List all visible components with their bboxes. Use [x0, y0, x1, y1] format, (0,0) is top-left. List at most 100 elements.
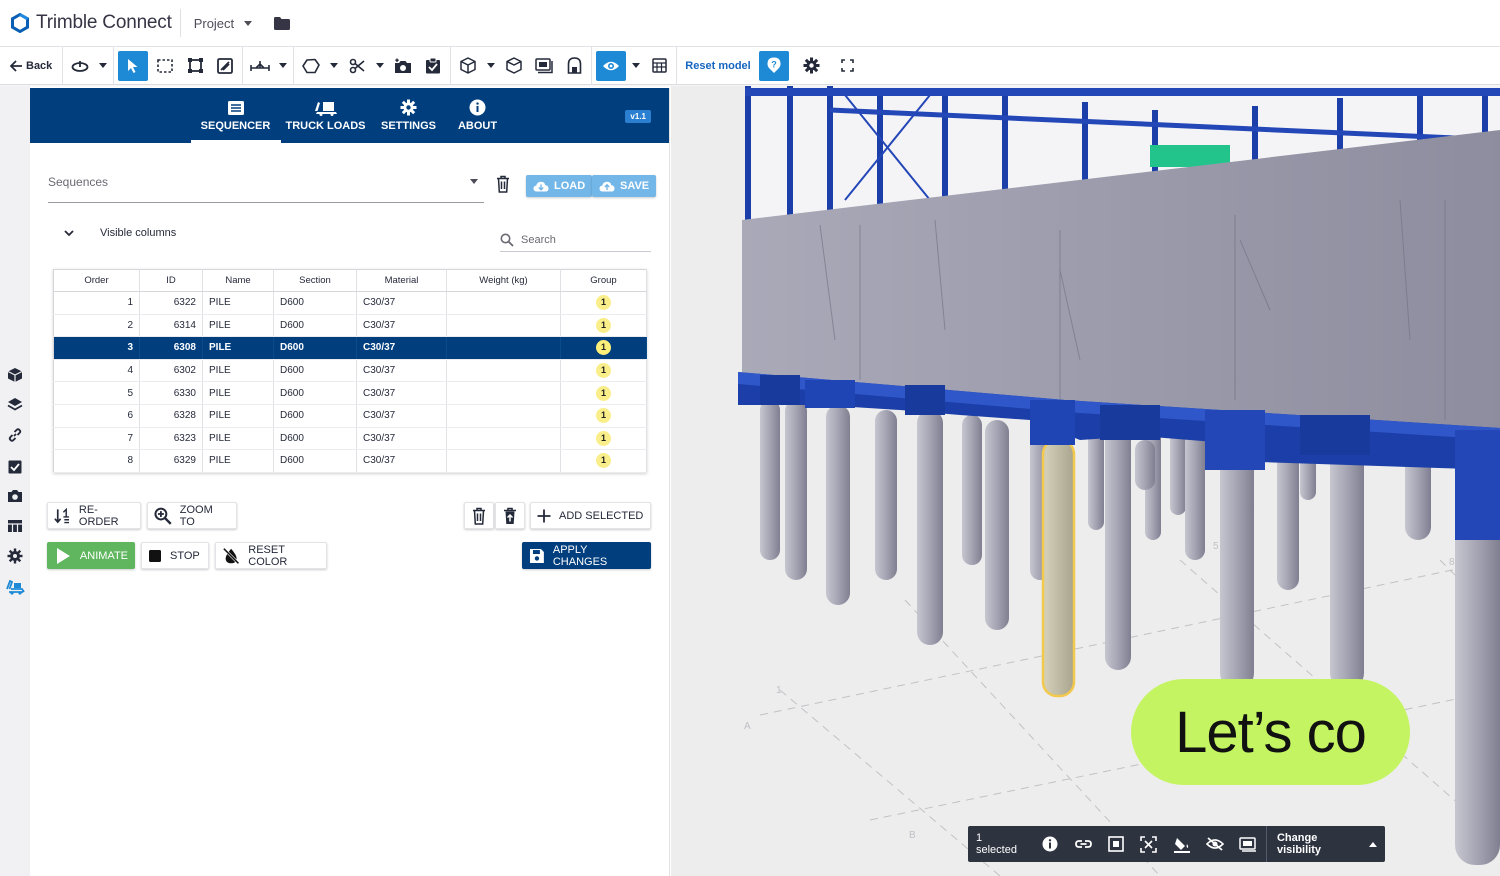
markup-button[interactable] [296, 47, 326, 85]
trimble-logo[interactable]: Trimble Connect [0, 0, 172, 46]
reset-color-button[interactable]: RESET COLOR [215, 542, 327, 569]
column-header-id[interactable]: ID [139, 269, 203, 292]
apply-changes-button[interactable]: APPLY CHANGES [522, 542, 651, 569]
cloud-upload-icon [599, 181, 615, 191]
selected-pile-highlight[interactable] [1041, 438, 1076, 698]
apply-changes-label: APPLY CHANGES [552, 543, 608, 568]
sequences-select[interactable]: Sequences [48, 169, 484, 203]
color-fill-button[interactable] [1165, 826, 1198, 862]
search-input[interactable]: Search [500, 228, 651, 252]
stop-button[interactable]: STOP [141, 542, 209, 569]
fullscreen-button[interactable] [833, 47, 863, 85]
table-row[interactable]: 2 6314 PILE D600 C30/37 1 [53, 314, 647, 338]
column-header-weight[interactable]: Weight (kg) [446, 269, 561, 292]
cube-icon [460, 57, 477, 74]
measure-button[interactable] [245, 47, 275, 85]
table-row[interactable]: 8 6329 PILE D600 C30/37 1 [53, 449, 647, 473]
visible-columns-toggle[interactable]: Visible columns [64, 227, 176, 239]
clipboard-check-icon[interactable] [7, 458, 23, 474]
visibility-menu-button[interactable] [628, 47, 644, 85]
version-badge: v1.1 [625, 110, 651, 123]
camera-icon[interactable] [7, 488, 23, 504]
orbit-menu-button[interactable] [95, 47, 111, 85]
help-button[interactable]: ? [758, 50, 789, 81]
layers-icon[interactable] [7, 397, 23, 413]
delete-sequence-icon[interactable] [496, 175, 510, 193]
measure-menu-button[interactable] [275, 47, 291, 85]
clip-menu-button[interactable] [372, 47, 388, 85]
todo-button[interactable] [418, 47, 448, 85]
snapshot-button[interactable] [388, 47, 418, 85]
select-tool-button[interactable] [118, 50, 149, 81]
save-button[interactable]: SAVE [592, 175, 657, 197]
truck-sequencer-icon[interactable] [6, 579, 25, 595]
clip-button[interactable] [342, 47, 372, 85]
link-icon [1074, 840, 1092, 848]
change-visibility-button[interactable]: Change visibility [1267, 832, 1385, 856]
delete-all-button[interactable] [495, 502, 525, 529]
link-objects-button[interactable] [1067, 826, 1100, 862]
fit-to-selection-button[interactable] [1100, 826, 1133, 862]
cell-name: PILE [202, 291, 274, 315]
tab-sequencer[interactable]: SEQUENCER [190, 88, 281, 143]
isolate-button[interactable] [1133, 826, 1166, 862]
cell-material: C30/37 [356, 314, 447, 338]
reset-model-button[interactable]: Reset model [679, 47, 756, 85]
cell-name: PILE [202, 449, 274, 473]
models-cube-icon[interactable] [7, 367, 23, 383]
cell-id: 6314 [139, 314, 203, 338]
settings-button[interactable] [797, 47, 827, 85]
table-row[interactable]: 6 6328 PILE D600 C30/37 1 [53, 404, 647, 428]
spaces-button[interactable] [559, 47, 589, 85]
section-plane-button[interactable] [210, 47, 240, 85]
table-icon[interactable] [7, 518, 23, 534]
delete-row-button[interactable] [464, 502, 494, 529]
chevron-down-icon [470, 179, 478, 184]
folder-icon[interactable] [274, 16, 291, 30]
table-row-selected[interactable]: 3 6308 PILE D600 C30/37 1 [53, 336, 647, 360]
zoom-to-button[interactable]: ZOOM TO [147, 502, 237, 529]
table-row[interactable]: 7 6323 PILE D600 C30/37 1 [53, 427, 647, 451]
view-cube-button[interactable] [453, 47, 483, 85]
tab-truck-loads[interactable]: TRUCK LOADS [281, 88, 371, 143]
fullscreen-icon [841, 59, 855, 72]
column-header-name[interactable]: Name [202, 269, 274, 292]
column-header-section[interactable]: Section [273, 269, 357, 292]
transparency-button[interactable] [1231, 826, 1264, 862]
table-row[interactable]: 4 6302 PILE D600 C30/37 1 [53, 359, 647, 383]
cell-material: C30/37 [356, 381, 447, 405]
load-button[interactable]: LOAD [526, 175, 593, 197]
cta-bubble: Let’s co [1131, 679, 1410, 785]
project-dropdown[interactable]: Project [194, 16, 253, 31]
toolbar-divider [242, 46, 244, 85]
tab-settings[interactable]: SETTINGS [371, 88, 447, 143]
dashed-rectangle-icon [157, 58, 174, 73]
object-info-button[interactable] [1034, 826, 1067, 862]
visibility-button[interactable] [596, 50, 627, 81]
link-icon[interactable] [7, 427, 23, 443]
ghost-mode-button[interactable] [499, 47, 529, 85]
markup-menu-button[interactable] [326, 47, 342, 85]
column-header-group[interactable]: Group [560, 269, 647, 292]
gear-icon [400, 99, 417, 116]
table-row[interactable]: 1 6322 PILE D600 C30/37 1 [53, 291, 647, 315]
add-selected-button[interactable]: ADD SELECTED [530, 502, 651, 529]
tab-about[interactable]: ABOUT [447, 88, 509, 143]
properties-panel-button[interactable] [644, 47, 674, 85]
back-button[interactable]: Back [0, 47, 60, 85]
hide-button[interactable] [1198, 826, 1231, 862]
grid-table-icon [652, 58, 667, 73]
column-header-order[interactable]: Order [53, 269, 140, 292]
model-views-button[interactable] [529, 47, 559, 85]
gear-badge-icon[interactable] [7, 548, 23, 564]
orbit-button[interactable] [65, 47, 95, 85]
view-menu-button[interactable] [483, 47, 499, 85]
animate-button[interactable]: ANIMATE [47, 542, 135, 569]
cell-section: D600 [273, 314, 357, 338]
section-box-button[interactable] [180, 47, 210, 85]
crop-frame-icon [187, 58, 203, 73]
column-header-material[interactable]: Material [356, 269, 447, 292]
reorder-button[interactable]: RE-ORDER [47, 502, 141, 529]
box-select-button[interactable] [150, 47, 180, 85]
table-row[interactable]: 5 6330 PILE D600 C30/37 1 [53, 381, 647, 405]
